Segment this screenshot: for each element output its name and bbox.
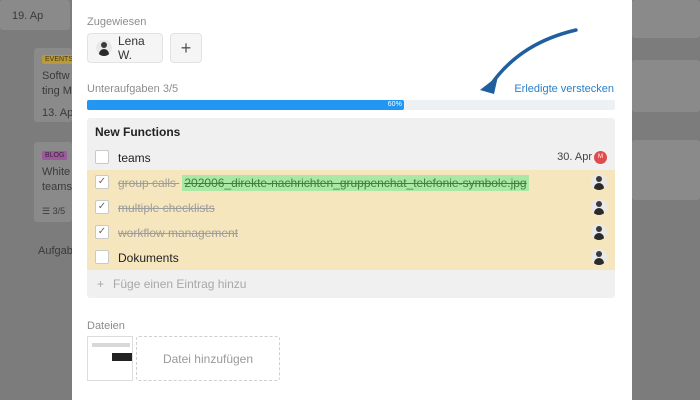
subtasks-label: Unteraufgaben 3/5: [87, 83, 179, 95]
checklist-item[interactable]: ✓ multiple checklists: [87, 195, 615, 220]
checkbox-checked[interactable]: ✓: [95, 175, 109, 189]
assignee-name: Lena W.: [118, 34, 145, 62]
user-badge: M: [594, 151, 607, 164]
avatar: [591, 224, 607, 240]
assignee-chip[interactable]: Lena W.: [87, 33, 163, 63]
add-assignee-button[interactable]: +: [170, 33, 202, 63]
subtasks-progress-bar: 60%: [87, 100, 615, 110]
checkbox[interactable]: [95, 150, 109, 164]
progress-fill: 60%: [87, 100, 404, 110]
task-detail-modal: Zugewiesen Lena W. + Unteraufgaben 3/5 E…: [72, 0, 632, 400]
avatar: [591, 174, 607, 190]
add-file-button[interactable]: Datei hinzufügen: [136, 336, 280, 381]
checklist-item[interactable]: Dokuments: [87, 245, 615, 270]
checklist-item-text: teams: [118, 151, 151, 165]
checklist-item[interactable]: ✓ group calls 202006_direkte-nachrichten…: [87, 170, 615, 195]
checkbox[interactable]: [95, 250, 109, 264]
avatar: [591, 199, 607, 215]
thumbnail-detail: [112, 353, 132, 361]
checklist-item-label: group calls: [118, 176, 177, 190]
thumbnail-toolbar: [92, 343, 130, 347]
background-card: [632, 0, 700, 38]
annotation-arrow-icon: [480, 28, 578, 94]
progress-percent: 60%: [387, 101, 402, 108]
checkbox-checked[interactable]: ✓: [95, 200, 109, 214]
background-card-date: 13. Ap: [42, 107, 74, 119]
add-entry-label: Füge einen Eintrag hinzu: [113, 277, 247, 291]
background-column-footer: Aufgab: [38, 245, 73, 257]
checklist-item[interactable]: teams 30. Apr M: [87, 145, 615, 170]
background-board-left: 19. Ap EVENTS Softw ting M 13. Ap BLOG W…: [0, 0, 77, 400]
background-card: [632, 60, 700, 112]
add-entry-button[interactable]: + Füge einen Eintrag hinzu: [97, 277, 246, 291]
background-card-title: teams: [42, 181, 72, 193]
avatar: [96, 40, 112, 56]
background-card-title: ting M: [42, 85, 72, 97]
plus-icon: +: [97, 277, 105, 291]
background-card: BLOG White teams ☰ 3/5: [34, 142, 72, 222]
background-card-tag: EVENTS: [42, 55, 77, 64]
checklist-item-text: workflow management: [118, 226, 239, 240]
background-card: 19. Ap: [0, 0, 70, 30]
background-card-count-value: 3/5: [52, 206, 66, 216]
checklist-item-text: multiple checklists: [118, 201, 215, 215]
checkbox-checked[interactable]: ✓: [95, 225, 109, 239]
background-card-date: 19. Ap: [12, 10, 44, 22]
checklist-item-text: Dokuments: [118, 251, 179, 265]
avatar: [591, 249, 607, 265]
due-date: 30. Apr: [557, 151, 592, 163]
background-card-count: ☰ 3/5: [42, 206, 66, 216]
attached-file-link[interactable]: 202006_direkte-nachrichten_gruppenchat_t…: [182, 175, 529, 191]
background-card: EVENTS Softw ting M 13. Ap: [34, 48, 77, 122]
checklist-title: New Functions: [95, 125, 181, 139]
assigned-label: Zugewiesen: [87, 16, 147, 28]
background-card-title: Softw: [42, 70, 70, 82]
checklist-item-text: group calls 202006_direkte-nachrichten_g…: [118, 175, 529, 191]
checklist-item[interactable]: ✓ workflow management: [87, 220, 615, 245]
background-board-right: [632, 0, 700, 400]
file-thumbnail[interactable]: [87, 336, 133, 381]
background-card-title: White: [42, 166, 71, 178]
background-card-tag: BLOG: [42, 151, 68, 160]
checklist: New Functions teams 30. Apr M ✓ group ca…: [87, 118, 615, 298]
background-card: [632, 140, 700, 200]
files-label: Dateien: [87, 320, 125, 332]
